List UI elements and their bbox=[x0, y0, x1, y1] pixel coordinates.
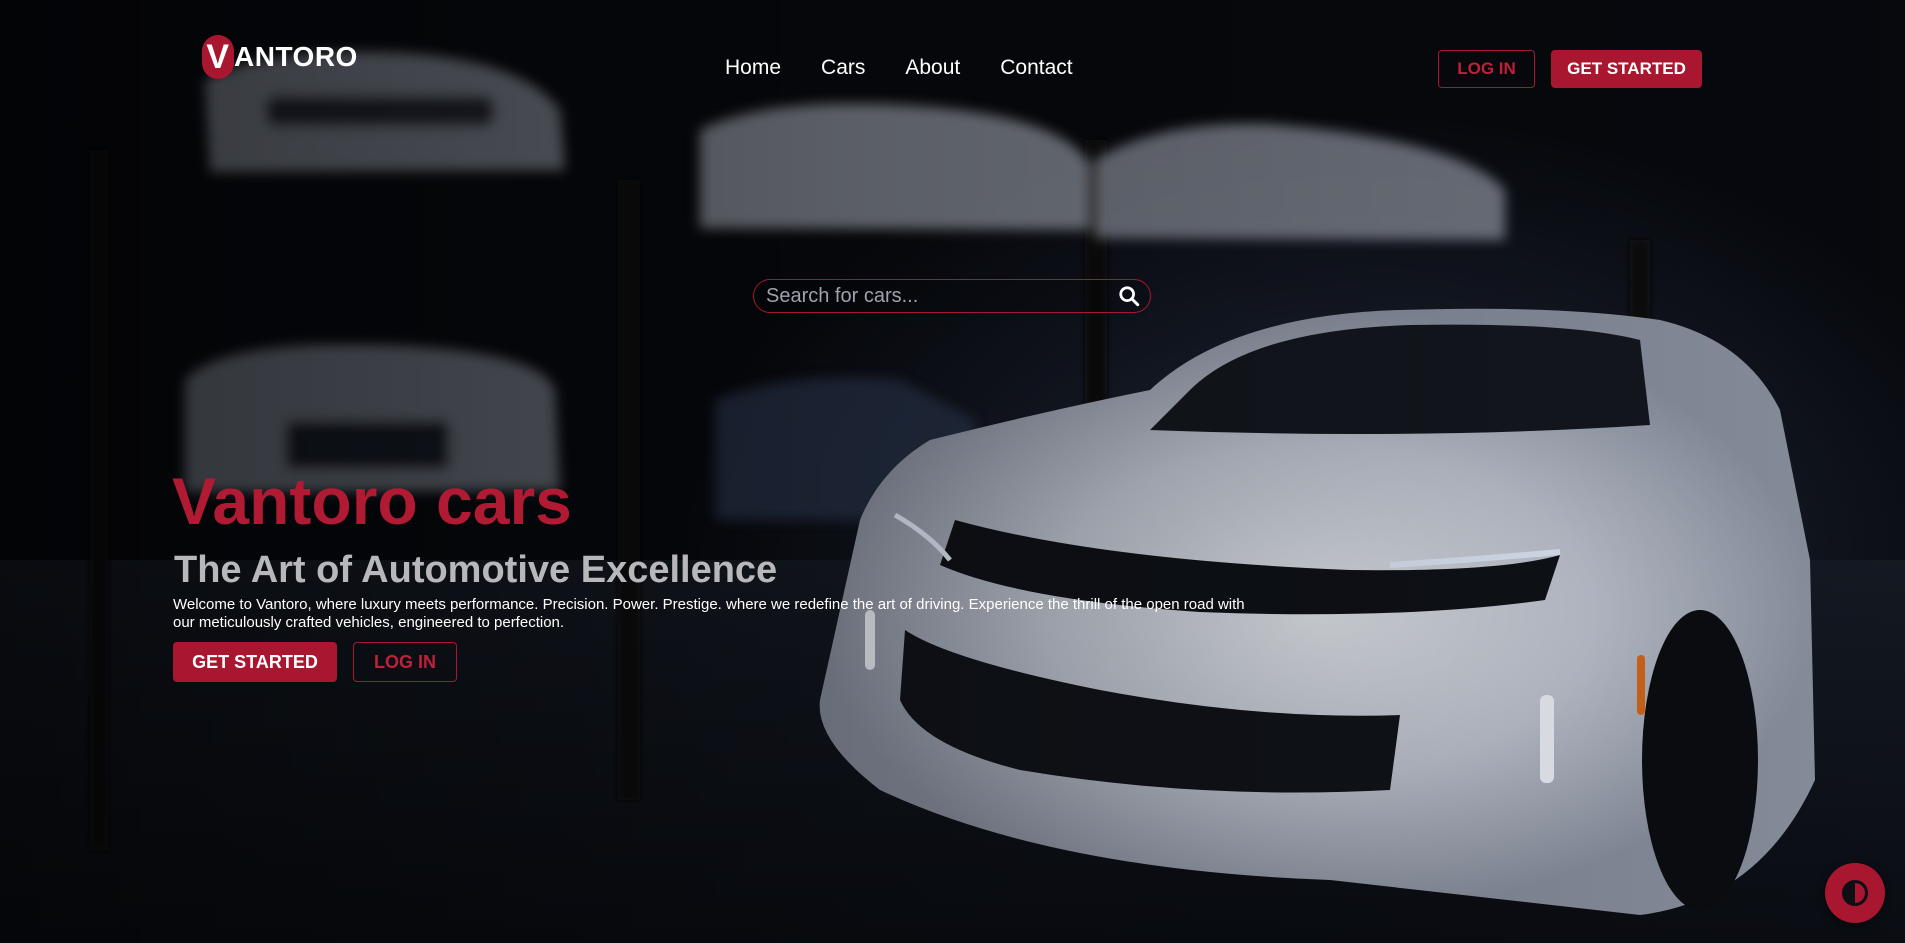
contrast-icon bbox=[1842, 880, 1868, 906]
nav-item-cars[interactable]: Cars bbox=[821, 56, 865, 80]
header-login-button[interactable]: LOG IN bbox=[1438, 50, 1535, 88]
hero-get-started-button[interactable]: GET STARTED bbox=[173, 642, 337, 682]
main-nav: Home Cars About Contact bbox=[725, 56, 1073, 80]
hero-title: Vantoro cars bbox=[172, 464, 572, 538]
logo-text: ANTORO bbox=[234, 41, 358, 72]
brand-logo[interactable]: V ANTORO bbox=[202, 35, 358, 79]
header-get-started-button[interactable]: GET STARTED bbox=[1551, 50, 1702, 88]
hero-description: Welcome to Vantoro, where luxury meets p… bbox=[173, 596, 1245, 631]
search-input[interactable] bbox=[764, 283, 1118, 309]
nav-item-about[interactable]: About bbox=[905, 56, 960, 80]
logo-initial: V bbox=[202, 35, 234, 79]
nav-item-home[interactable]: Home bbox=[725, 56, 781, 80]
hero-section: V ANTORO Home Cars About Contact LOG IN … bbox=[0, 0, 1905, 943]
hero-subtitle: The Art of Automotive Excellence bbox=[174, 549, 778, 591]
hero-login-button[interactable]: LOG IN bbox=[353, 642, 457, 682]
search-icon[interactable] bbox=[1118, 285, 1140, 307]
nav-item-contact[interactable]: Contact bbox=[1000, 56, 1072, 80]
theme-toggle-button[interactable] bbox=[1825, 863, 1885, 923]
search-bar bbox=[753, 279, 1151, 313]
